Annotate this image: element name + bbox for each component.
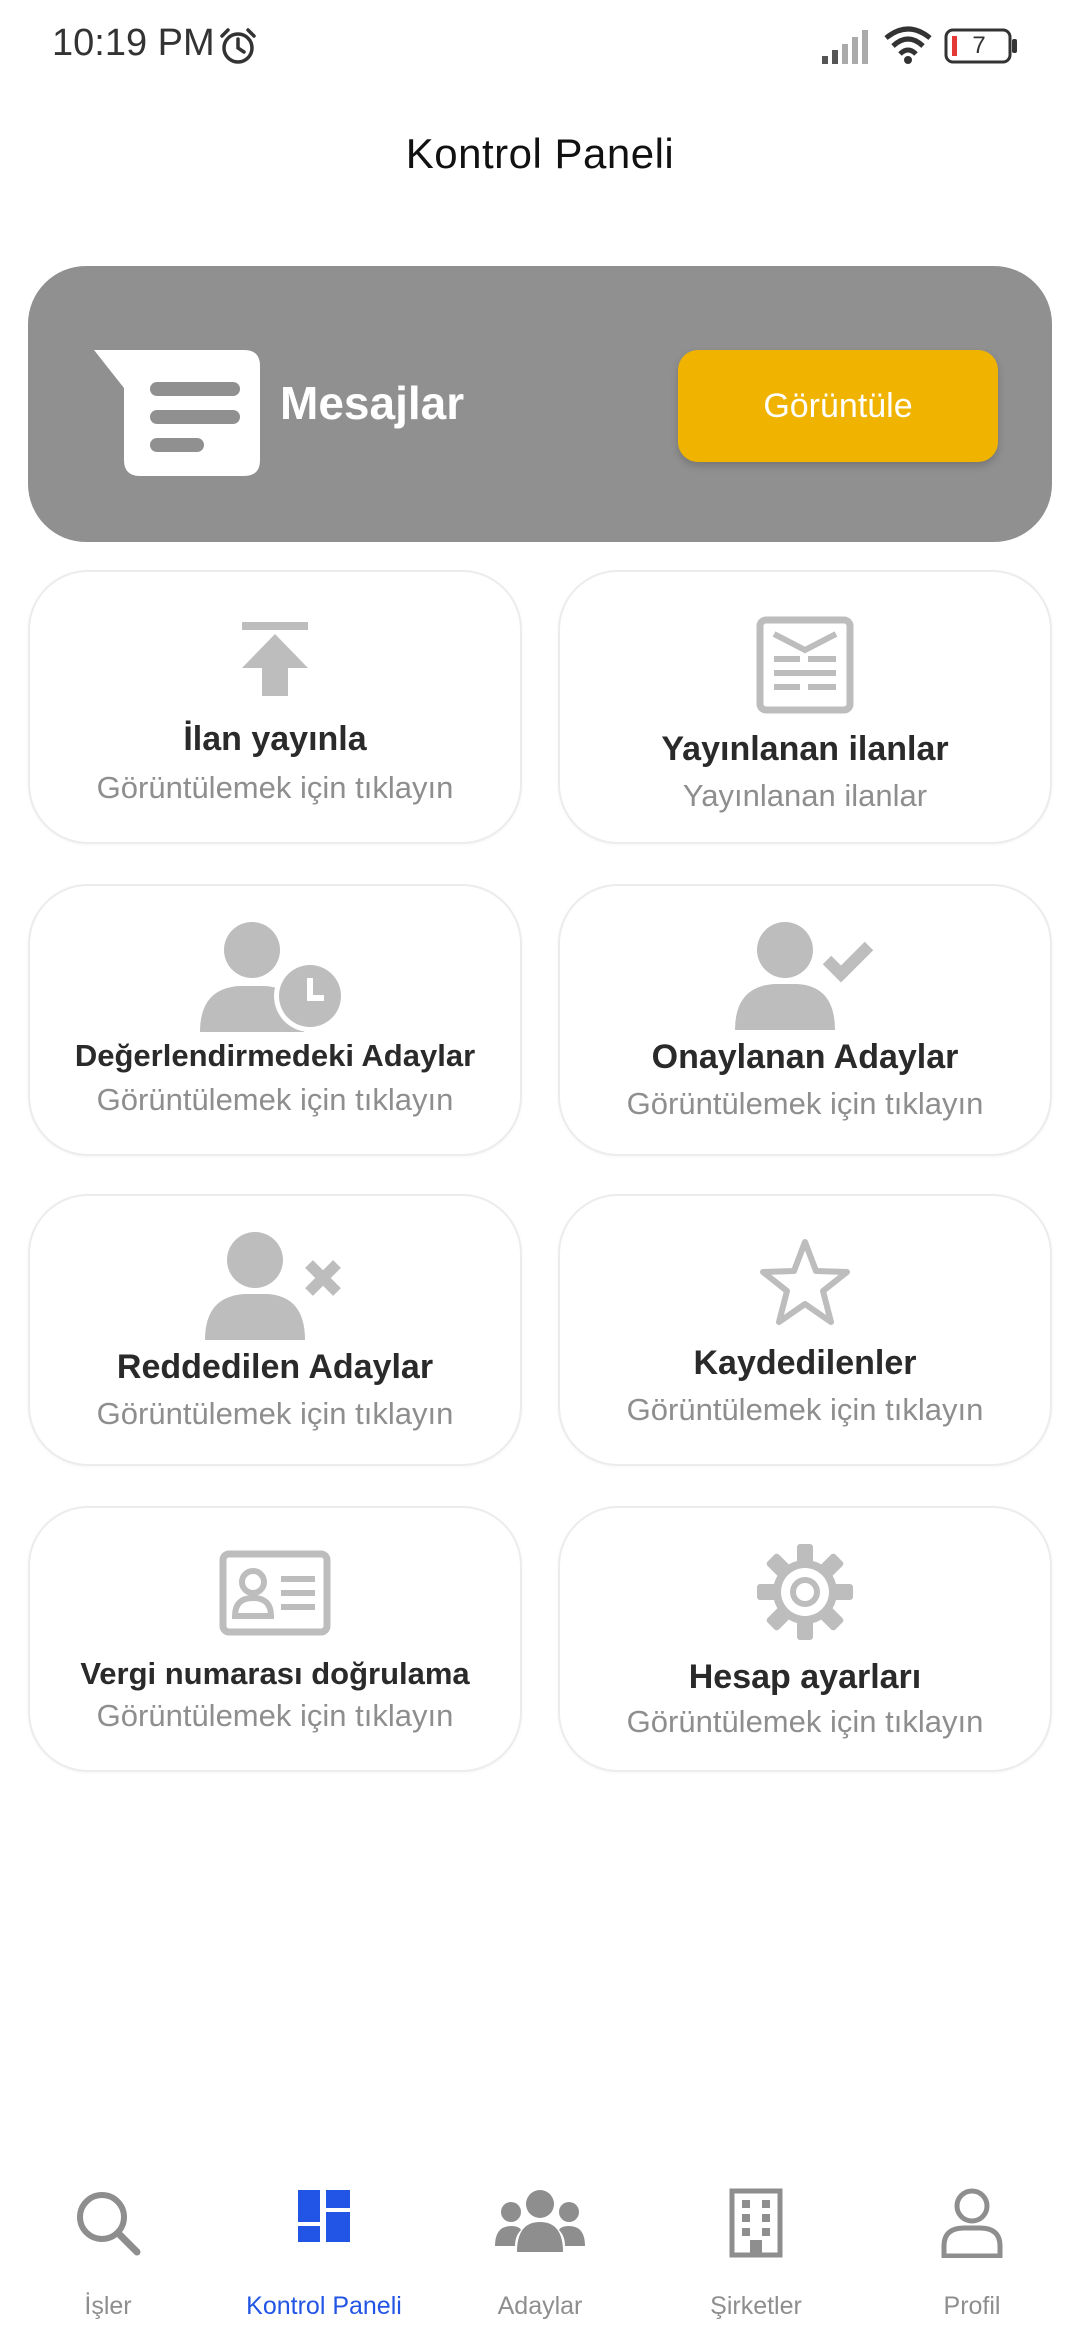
tile-title: Değerlendirmedeki Adaylar [74, 1038, 476, 1073]
star-icon [760, 1239, 850, 1325]
tile-candidates-in-review[interactable]: Değerlendirmedeki Adaylar Görüntülemek i… [28, 884, 522, 1156]
status-time: 10:19 PM [52, 22, 215, 64]
tile-subtitle: Görüntülemek için tıklayın [96, 770, 454, 805]
tile-account-settings[interactable]: Hesap ayarları Görüntülemek için tıklayı… [558, 1506, 1052, 1772]
tile-subtitle: Görüntülemek için tıklayın [626, 1086, 984, 1121]
tile-tax-number-verification[interactable]: Vergi numarası doğrulama Görüntülemek iç… [28, 1506, 522, 1772]
battery-level: 7 [972, 32, 986, 59]
upload-icon [242, 622, 308, 696]
user-check-icon [735, 922, 874, 1030]
tile-rejected-candidates[interactable]: Reddedilen Adaylar Görüntülemek için tık… [28, 1194, 522, 1466]
page-title: Kontrol Paneli [405, 130, 675, 177]
tile-subtitle: Görüntülemek için tıklayın [96, 1698, 454, 1733]
tile-title: Yayınlanan ilanlar [661, 730, 949, 768]
status-bar: 10:19 PM 7 [0, 0, 1080, 90]
tile-published-jobs[interactable]: Yayınlanan ilanlar Yayınlanan ilanlar [558, 570, 1052, 844]
nav-item-dashboard[interactable]: Kontrol Paneli [216, 2160, 432, 2340]
tile-subtitle: Görüntülemek için tıklayın [626, 1392, 984, 1427]
person-icon [941, 2188, 1003, 2258]
nav-item-profile[interactable]: Profil [864, 2160, 1080, 2340]
tile-title: Kaydedilenler [693, 1344, 917, 1382]
messages-card: Mesajlar Görüntüle [28, 266, 1052, 542]
nav-label: Profil [943, 2292, 1001, 2320]
nav-label: Kontrol Paneli [246, 2292, 402, 2320]
tile-subtitle: Görüntülemek için tıklayın [96, 1396, 454, 1431]
nav-item-companies[interactable]: Şirketler [648, 2160, 864, 2340]
users-icon [495, 2190, 585, 2252]
tile-title: Vergi numarası doğrulama [80, 1656, 470, 1691]
nav-label: Şirketler [710, 2292, 802, 2320]
nav-item-candidates[interactable]: Adaylar [432, 2160, 648, 2340]
bottom-nav: İşler Kontrol Paneli Adaylar Şirketler P… [0, 2160, 1080, 2340]
tile-subtitle: Görüntülemek için tıklayın [626, 1704, 984, 1739]
nav-label: İşler [84, 2292, 132, 2320]
tile-title: Reddedilen Adaylar [116, 1348, 434, 1386]
search-icon [77, 2192, 141, 2256]
tile-subtitle: Görüntülemek için tıklayın [96, 1082, 454, 1117]
tile-title: Hesap ayarları [688, 1658, 922, 1696]
gear-icon [757, 1544, 853, 1640]
id-card-icon [219, 1550, 331, 1636]
user-clock-icon [200, 922, 346, 1032]
building-icon [729, 2188, 783, 2258]
messages-label: Mesajlar [280, 377, 465, 429]
nav-label: Adaylar [497, 2292, 583, 2320]
alarm-icon [220, 28, 256, 64]
view-messages-button[interactable]: Görüntüle [678, 350, 998, 462]
tile-saved[interactable]: Kaydedilenler Görüntülemek için tıklayın [558, 1194, 1052, 1466]
wifi-icon [884, 26, 932, 64]
tile-subtitle: Yayınlanan ilanlar [682, 778, 928, 813]
nav-item-jobs[interactable]: İşler [0, 2160, 216, 2340]
newspaper-icon [756, 616, 854, 714]
tile-approved-candidates[interactable]: Onaylanan Adaylar Görüntülemek için tıkl… [558, 884, 1052, 1156]
user-times-icon [205, 1232, 341, 1340]
signal-icon [822, 30, 868, 64]
message-icon [94, 350, 260, 476]
tile-post-job[interactable]: İlan yayınla Görüntülemek için tıklayın [28, 570, 522, 844]
dashboard-icon [298, 2190, 350, 2242]
tile-title: İlan yayınla [183, 720, 367, 758]
tile-title: Onaylanan Adaylar [651, 1038, 959, 1076]
